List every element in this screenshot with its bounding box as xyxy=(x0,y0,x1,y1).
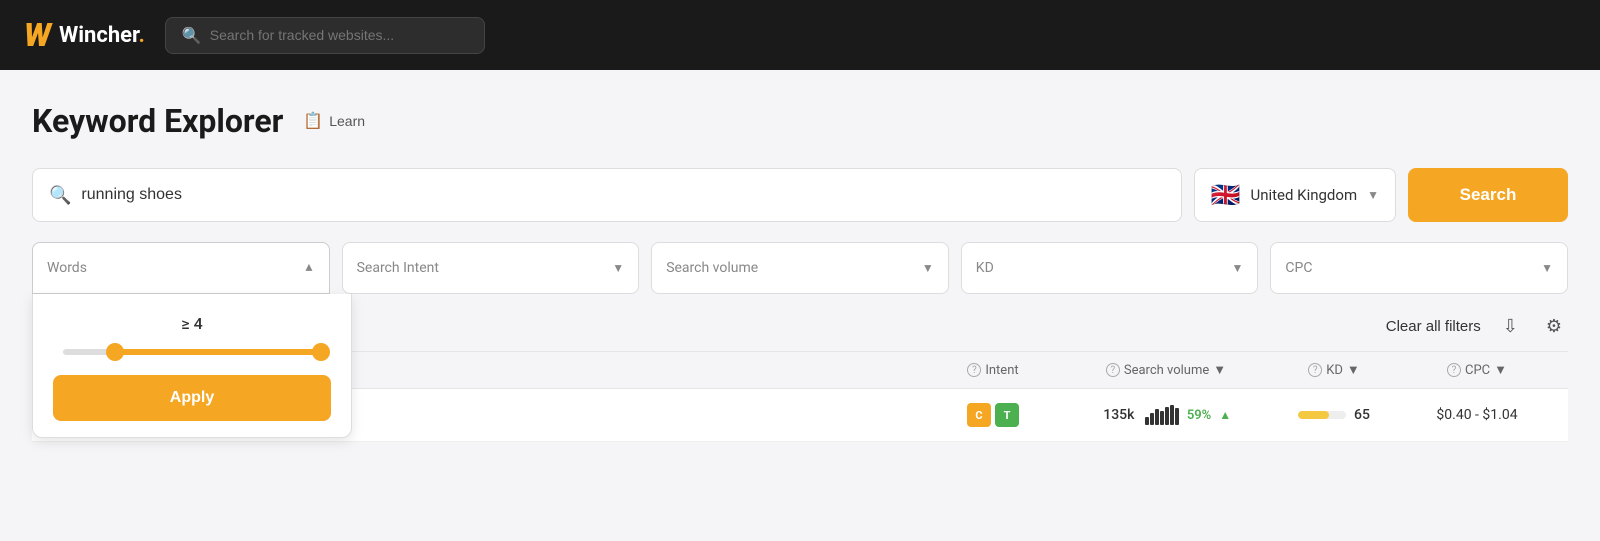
chevron-up-icon: ▼ xyxy=(303,261,315,275)
page-title: Keyword Explorer xyxy=(32,102,283,140)
gear-icon: ⚙ xyxy=(1546,316,1562,336)
chevron-down-icon: ▼ xyxy=(922,261,934,275)
download-button[interactable]: ⇩ xyxy=(1497,310,1524,343)
cpc-col-header: ? CPC ▼ xyxy=(1402,362,1552,378)
vbar-1 xyxy=(1145,417,1149,425)
words-range-label: ≥ 4 xyxy=(53,314,331,333)
kd-filter[interactable]: KD ▼ xyxy=(961,242,1259,294)
country-flag-icon: 🇬🇧 xyxy=(1211,181,1241,209)
intent-col-header: ? Intent xyxy=(928,363,1058,378)
words-filter[interactable]: Words ▼ xyxy=(32,242,330,294)
country-name: United Kingdom xyxy=(1250,186,1357,204)
words-dropdown-panel: ≥ 4 Apply xyxy=(32,294,352,438)
cpc-cell: $0.40 - $1.04 xyxy=(1402,407,1552,423)
search-intent-filter[interactable]: Search Intent ▼ xyxy=(342,242,640,294)
kd-col-label: KD xyxy=(1326,363,1343,378)
volume-cell: 135k 59% ▲ xyxy=(1066,405,1266,425)
slider-thumb-left[interactable] xyxy=(106,343,124,361)
cpc-label: CPC xyxy=(1285,260,1312,276)
country-selector[interactable]: 🇬🇧 United Kingdom ▼ xyxy=(1194,168,1396,222)
kd-help-icon[interactable]: ? xyxy=(1308,363,1322,377)
cpc-help-icon[interactable]: ? xyxy=(1447,363,1461,377)
logo: W Wincher. xyxy=(24,16,145,54)
intent-cell: C T xyxy=(928,403,1058,427)
vbar-5 xyxy=(1165,407,1169,425)
cpc-value: $0.40 - $1.04 xyxy=(1436,407,1517,423)
sort-icon[interactable]: ▼ xyxy=(1213,362,1226,378)
search-volume-filter[interactable]: Search volume ▼ xyxy=(651,242,949,294)
keyword-search-bar: 🔍 🇬🇧 United Kingdom ▼ Search xyxy=(32,168,1568,222)
book-icon: 📋 xyxy=(303,111,323,131)
settings-button[interactable]: ⚙ xyxy=(1540,310,1568,343)
vbar-6 xyxy=(1170,405,1174,425)
page-header: Keyword Explorer 📋 Learn xyxy=(32,102,1568,140)
volume-help-icon[interactable]: ? xyxy=(1106,363,1120,377)
search-intent-label: Search Intent xyxy=(357,260,439,276)
chevron-down-icon: ▼ xyxy=(1541,261,1553,275)
kd-label: KD xyxy=(976,260,994,276)
cpc-col-label: CPC xyxy=(1465,363,1490,378)
volume-number: 135k xyxy=(1101,407,1137,423)
logo-text: Wincher. xyxy=(59,23,145,48)
vbar-3 xyxy=(1155,409,1159,425)
trend-up-icon: ▲ xyxy=(1219,408,1231,422)
keyword-input-wrapper[interactable]: 🔍 xyxy=(32,168,1182,222)
learn-button[interactable]: 📋 Learn xyxy=(303,111,365,131)
volume-bars xyxy=(1145,405,1179,425)
main-content: Keyword Explorer 📋 Learn 🔍 🇬🇧 United Kin… xyxy=(0,70,1600,442)
header-search-input[interactable] xyxy=(210,27,468,43)
volume-col-label: Search volume xyxy=(1124,363,1209,378)
intent-c-badge: C xyxy=(967,403,991,427)
keyword-input[interactable] xyxy=(81,186,1164,204)
kd-cell: 65 xyxy=(1274,407,1394,423)
slider-track-active xyxy=(115,349,321,355)
words-filter-label: Words xyxy=(47,260,87,276)
search-volume-label: Search volume xyxy=(666,260,758,276)
logo-w-icon: W xyxy=(24,16,51,54)
chevron-down-icon: ▼ xyxy=(612,261,624,275)
header-search-box[interactable]: 🔍 xyxy=(165,17,485,54)
words-slider[interactable] xyxy=(63,349,321,355)
download-icon: ⇩ xyxy=(1503,316,1518,336)
kd-sort-icon[interactable]: ▼ xyxy=(1347,362,1360,378)
search-icon: 🔍 xyxy=(182,26,202,45)
search-icon-main: 🔍 xyxy=(49,185,71,206)
apply-button[interactable]: Apply xyxy=(53,375,331,421)
kd-fill xyxy=(1298,411,1329,419)
chevron-down-icon: ▼ xyxy=(1367,188,1379,202)
cpc-sort-icon[interactable]: ▼ xyxy=(1494,362,1507,378)
slider-thumb-right[interactable] xyxy=(312,343,330,361)
learn-label: Learn xyxy=(329,113,365,129)
kd-number: 65 xyxy=(1354,407,1370,423)
search-button[interactable]: Search xyxy=(1408,168,1568,222)
intent-col-label: Intent xyxy=(985,363,1018,378)
filters-row: Words ▼ ≥ 4 Apply Search Intent ▼ Search… xyxy=(32,242,1568,294)
volume-pct: 59% xyxy=(1187,408,1211,423)
clear-all-filters-button[interactable]: Clear all filters xyxy=(1386,318,1481,335)
intent-t-badge: T xyxy=(995,403,1019,427)
kd-col-header: ? KD ▼ xyxy=(1274,362,1394,378)
vbar-7 xyxy=(1175,408,1179,425)
cpc-filter[interactable]: CPC ▼ xyxy=(1270,242,1568,294)
header: W Wincher. 🔍 xyxy=(0,0,1600,70)
intent-help-icon[interactable]: ? xyxy=(967,363,981,377)
kd-bar xyxy=(1298,411,1346,419)
volume-col-header: ? Search volume ▼ xyxy=(1066,362,1266,378)
vbar-2 xyxy=(1150,413,1154,425)
chevron-down-icon: ▼ xyxy=(1231,261,1243,275)
vbar-4 xyxy=(1160,411,1164,425)
